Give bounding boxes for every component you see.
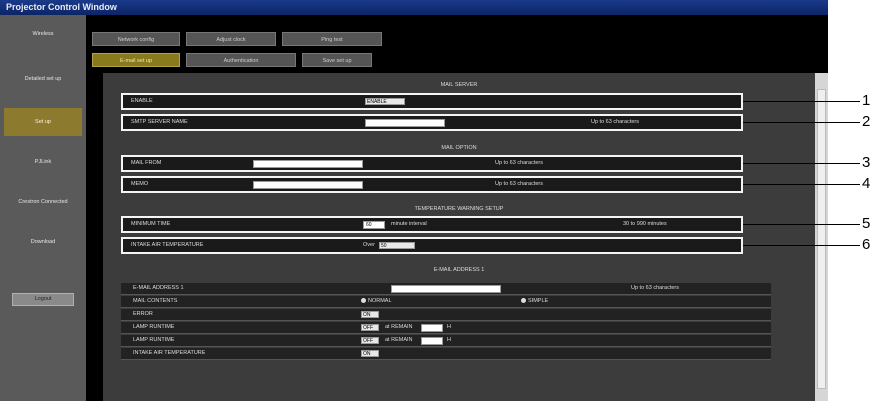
callout-5: 5 bbox=[862, 215, 871, 232]
memo-row: MEMO Up to 63 characters bbox=[121, 176, 743, 193]
scrollbar-thumb[interactable] bbox=[817, 89, 826, 389]
radio-icon bbox=[521, 298, 526, 304]
callout-line-4 bbox=[743, 184, 860, 185]
minimum-time-hint: 30 to 990 minutes bbox=[623, 221, 667, 227]
callout-line-6 bbox=[743, 245, 860, 246]
email-address-title: E-MAIL ADDRESS 1 bbox=[433, 267, 485, 273]
mail-contents-label: MAIL CONTENTS bbox=[133, 298, 178, 304]
callout-1: 1 bbox=[862, 92, 871, 109]
lamp-runtime-label: LAMP RUNTIME bbox=[133, 324, 175, 330]
tab-authentication[interactable]: Authentication bbox=[186, 53, 296, 67]
sidebar-item-download[interactable]: Download bbox=[4, 228, 82, 256]
sidebar-item-pjlink[interactable]: PJLink bbox=[4, 148, 82, 176]
intake-air-temp-label: INTAKE AIR TEMPERATURE bbox=[131, 242, 204, 248]
email-address-table: E-MAIL ADDRESS 1 Up to 63 characters MAI… bbox=[121, 283, 771, 401]
mail-contents-simple-radio[interactable]: SIMPLE bbox=[521, 296, 548, 307]
lamp-runtime-select[interactable]: OFF bbox=[361, 324, 379, 331]
mail-from-hint: Up to 63 characters bbox=[495, 160, 543, 166]
mail-server-title: MAIL SERVER bbox=[440, 82, 478, 88]
mail-from-row: MAIL FROM Up to 63 characters bbox=[121, 155, 743, 172]
radio-icon bbox=[361, 298, 366, 304]
callout-3: 3 bbox=[862, 154, 871, 171]
table-row: INTAKE AIR TEMPERATURE ON bbox=[121, 348, 771, 360]
minimum-time-input[interactable]: 60 bbox=[363, 221, 385, 229]
tab-save-setup[interactable]: Save set up bbox=[302, 53, 372, 67]
mail-contents-normal-radio[interactable]: NORMAL bbox=[361, 296, 392, 307]
callout-2: 2 bbox=[862, 113, 871, 130]
smtp-hint: Up to 63 characters bbox=[591, 119, 639, 125]
minimum-time-row: MINIMUM TIME 60 minute interval 30 to 99… bbox=[121, 216, 743, 233]
table-row: MAIL CONTENTS NORMAL SIMPLE bbox=[121, 296, 771, 308]
email-address-label: E-MAIL ADDRESS 1 bbox=[133, 285, 184, 291]
table-row: LAMP RUNTIME OFF at REMAIN H bbox=[121, 335, 771, 347]
tab-ping-test[interactable]: Ping test bbox=[282, 32, 382, 46]
projector-window: Projector Control Window Wireless Detail… bbox=[0, 0, 828, 401]
table-row: ERROR ON bbox=[121, 309, 771, 321]
hour-unit: H bbox=[447, 337, 451, 343]
email-address-hint: Up to 63 characters bbox=[631, 285, 679, 291]
temp-over-label: Over bbox=[363, 242, 375, 248]
smtp-row: SMTP SERVER NAME Up to 63 characters bbox=[121, 114, 743, 131]
memo-hint: Up to 63 characters bbox=[495, 181, 543, 187]
logout-button[interactable]: Logout bbox=[12, 293, 74, 306]
tab-adjust-clock[interactable]: Adjust clock bbox=[186, 32, 276, 46]
lamp-runtime-select[interactable]: OFF bbox=[361, 337, 379, 344]
email-address-input[interactable] bbox=[391, 285, 501, 293]
callout-4: 4 bbox=[862, 175, 871, 192]
mail-from-label: MAIL FROM bbox=[131, 160, 162, 166]
tab-email-setup[interactable]: E-mail set up bbox=[92, 53, 180, 67]
callout-line-5 bbox=[743, 224, 860, 225]
intake-air-temp-row: INTAKE AIR TEMPERATURE Over 50 bbox=[121, 237, 743, 254]
callout-line-3 bbox=[743, 163, 860, 164]
table-row: E-MAIL ADDRESS 1 Up to 63 characters bbox=[121, 283, 771, 295]
smtp-server-input[interactable] bbox=[365, 119, 445, 127]
intake-air-temp-select[interactable]: 50 bbox=[379, 242, 415, 249]
memo-input[interactable] bbox=[253, 181, 363, 189]
enable-select[interactable]: ENABLE bbox=[365, 98, 405, 105]
remain-hours-input[interactable] bbox=[421, 337, 443, 345]
normal-label: NORMAL bbox=[368, 298, 392, 304]
mail-option-title: MAIL OPTION bbox=[441, 145, 477, 151]
table-row: LAMP RUNTIME OFF at REMAIN H bbox=[121, 322, 771, 334]
window-title: Projector Control Window bbox=[0, 0, 828, 15]
intake-air-temp-mail-label: INTAKE AIR TEMPERATURE bbox=[133, 350, 206, 356]
remain-hours-input[interactable] bbox=[421, 324, 443, 332]
enable-row: ENABLE ENABLE bbox=[121, 93, 743, 110]
mail-from-input[interactable] bbox=[253, 160, 363, 168]
sidebar: Wireless Detailed set up Set up PJLink C… bbox=[0, 15, 86, 401]
callout-6: 6 bbox=[862, 236, 871, 253]
tab-bar: Network config Adjust clock Ping test E-… bbox=[86, 15, 828, 73]
enable-label: ENABLE bbox=[131, 98, 153, 104]
intake-air-temp-mail-select[interactable]: ON bbox=[361, 350, 379, 357]
at-remain-label: at REMAIN bbox=[385, 337, 413, 343]
error-select[interactable]: ON bbox=[361, 311, 379, 318]
smtp-label: SMTP SERVER NAME bbox=[131, 119, 188, 125]
sidebar-item-setup[interactable]: Set up bbox=[4, 108, 82, 136]
tab-network-config[interactable]: Network config bbox=[92, 32, 180, 46]
at-remain-label: at REMAIN bbox=[385, 324, 413, 330]
temperature-warning-title: TEMPERATURE WARNING SETUP bbox=[414, 206, 504, 212]
sidebar-item-crestron[interactable]: Crestron Connected bbox=[4, 188, 82, 216]
callout-line-2 bbox=[743, 122, 860, 123]
callout-line-1 bbox=[743, 101, 860, 102]
minimum-time-unit: minute interval bbox=[391, 221, 427, 227]
sidebar-item-detailed-setup[interactable]: Detailed set up bbox=[4, 65, 82, 93]
simple-label: SIMPLE bbox=[528, 298, 549, 304]
sidebar-item-wireless[interactable]: Wireless bbox=[4, 20, 82, 48]
error-label: ERROR bbox=[133, 311, 153, 317]
memo-label: MEMO bbox=[131, 181, 149, 187]
lamp-runtime-label: LAMP RUNTIME bbox=[133, 337, 175, 343]
settings-panel: MAIL SERVER ENABLE ENABLE SMTP SERVER NA… bbox=[103, 73, 815, 401]
minimum-time-label: MINIMUM TIME bbox=[131, 221, 171, 227]
hour-unit: H bbox=[447, 324, 451, 330]
